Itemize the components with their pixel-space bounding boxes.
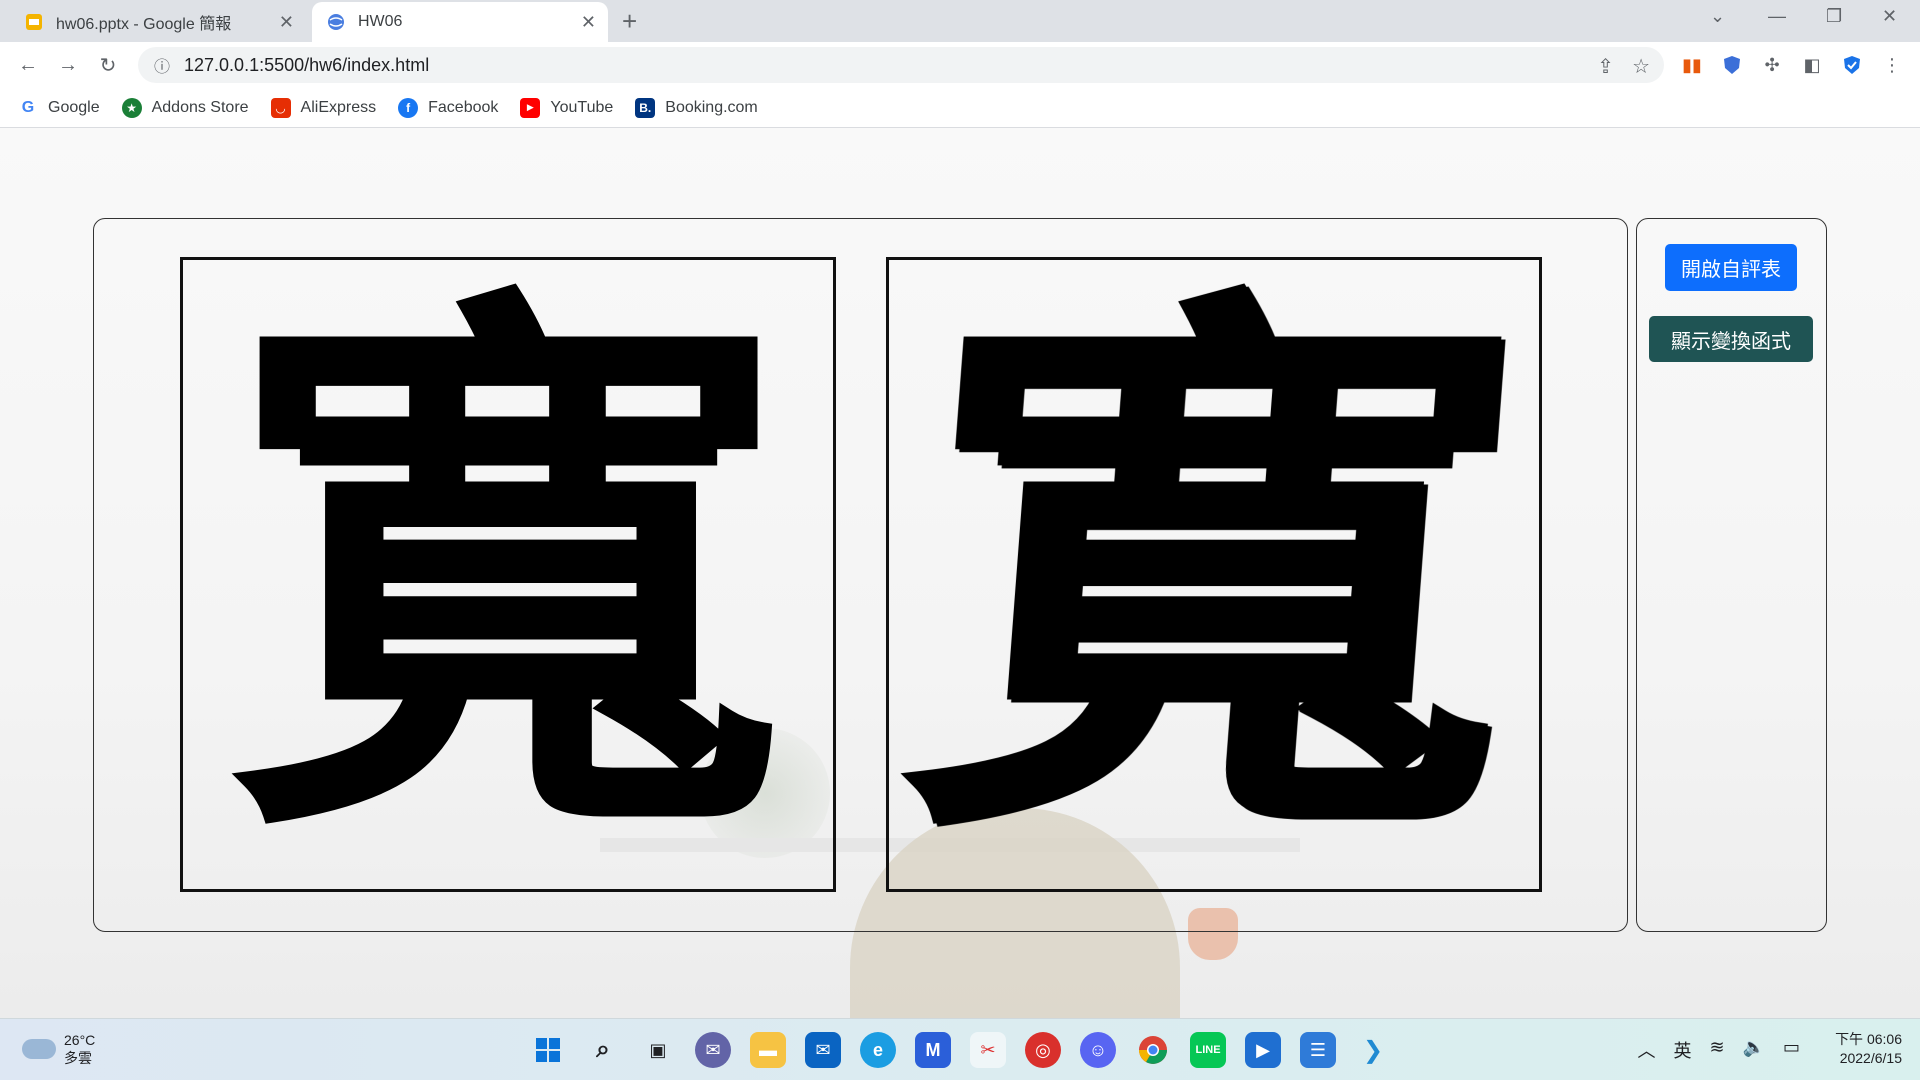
search-icon[interactable]: ⌕	[585, 1032, 621, 1068]
vscode-icon[interactable]: ❯	[1355, 1032, 1391, 1068]
input-method-indicator[interactable]: 英	[1673, 1037, 1691, 1063]
app-m-icon[interactable]: M	[915, 1032, 951, 1068]
notepad-icon[interactable]: ☰	[1300, 1032, 1336, 1068]
shield-check-icon[interactable]	[1840, 53, 1864, 77]
bookmark-star-icon[interactable]: ☆	[1632, 54, 1650, 79]
taskbar-apps: ⌕ ▣ ✉ ▬ ✉ e M ✂ ◎ ☺ LINE ▶ ☰ ❯	[530, 1032, 1391, 1068]
tab-search-chevron-icon[interactable]: ⌄	[1710, 6, 1725, 27]
maximize-icon[interactable]: ❐	[1826, 6, 1842, 27]
slides-icon	[24, 12, 44, 32]
browser-toolbar: ← → ↻ ⓘ 127.0.0.1:5500/hw6/index.html ⇪ …	[0, 42, 1920, 88]
bookmark-youtube[interactable]: ▶ YouTube	[520, 97, 613, 118]
site-info-icon[interactable]: ⓘ	[154, 53, 170, 77]
tab-hw06[interactable]: HW06 ✕	[312, 2, 608, 42]
bookmark-booking[interactable]: B. Booking.com	[635, 97, 758, 118]
line-icon[interactable]: LINE	[1190, 1032, 1226, 1068]
media-player-icon[interactable]: ▶	[1245, 1032, 1281, 1068]
booking-icon: B.	[635, 97, 656, 118]
open-self-evaluation-button[interactable]: 開啟自評表	[1665, 244, 1797, 291]
bookmark-google[interactable]: G Google	[18, 97, 100, 118]
original-character: 寬	[228, 248, 788, 901]
share-icon[interactable]: ⇪	[1597, 54, 1614, 79]
youtube-icon: ▶	[520, 97, 541, 118]
forward-icon[interactable]: →	[54, 51, 82, 79]
extension-bars-icon[interactable]: ▮▮	[1680, 53, 1704, 77]
chrome-icon[interactable]	[1135, 1032, 1171, 1068]
google-icon: G	[18, 97, 38, 118]
clock[interactable]: 下午 06:06 2022/6/15	[1835, 1030, 1902, 1068]
side-panel-icon[interactable]: ◧	[1800, 53, 1824, 77]
original-character-box: 寬	[180, 257, 836, 892]
snipping-tool-icon[interactable]: ✂	[970, 1032, 1006, 1068]
bookmark-aliexpress[interactable]: ◡ AliExpress	[270, 97, 376, 118]
tab-strip: hw06.pptx - Google 簡報 ✕ HW06 ✕ + ⌄ — ❐ ✕	[0, 0, 1920, 42]
extensions-puzzle-icon[interactable]: ✣	[1760, 53, 1784, 77]
globe-icon	[326, 12, 346, 32]
mail-icon[interactable]: ✉	[805, 1032, 841, 1068]
tab-title: HW06	[358, 13, 403, 30]
aliexpress-icon: ◡	[270, 97, 291, 118]
close-window-icon[interactable]: ✕	[1882, 6, 1897, 27]
file-explorer-icon[interactable]: ▬	[750, 1032, 786, 1068]
discord-icon[interactable]: ☺	[1080, 1032, 1116, 1068]
show-hidden-icons-chevron-icon[interactable]: ︿	[1637, 1037, 1655, 1063]
close-tab-icon[interactable]: ✕	[581, 12, 596, 33]
bookmark-facebook[interactable]: f Facebook	[398, 97, 498, 118]
edge-icon[interactable]: e	[860, 1032, 896, 1068]
transformed-character-box: 寬	[886, 249, 1542, 901]
adblock-icon[interactable]	[1720, 53, 1744, 77]
tab-slides[interactable]: hw06.pptx - Google 簡報 ✕	[10, 2, 306, 42]
bookmark-addons-store[interactable]: ★ Addons Store	[121, 97, 249, 118]
new-tab-icon[interactable]: +	[622, 6, 637, 37]
address-bar[interactable]: ⓘ 127.0.0.1:5500/hw6/index.html ⇪ ☆	[138, 47, 1664, 83]
volume-icon[interactable]: 🔈	[1743, 1037, 1765, 1063]
close-tab-icon[interactable]: ✕	[279, 12, 294, 33]
wifi-icon[interactable]: ≋	[1709, 1037, 1724, 1063]
show-transform-function-button[interactable]: 顯示變換函式	[1649, 316, 1813, 362]
task-view-icon[interactable]: ▣	[640, 1032, 676, 1068]
reload-icon[interactable]: ↻	[94, 51, 122, 79]
cloudy-weather-icon	[22, 1039, 56, 1059]
teams-chat-icon[interactable]: ✉	[695, 1032, 731, 1068]
url-text: 127.0.0.1:5500/hw6/index.html	[184, 54, 430, 75]
menu-kebab-icon[interactable]: ⋮	[1880, 53, 1904, 77]
system-tray: ︿ 英 ≋ 🔈 ▭	[1637, 1037, 1800, 1063]
back-icon[interactable]: ←	[14, 51, 42, 79]
transformed-character: 寬	[886, 248, 1542, 901]
windows-taskbar: 26°C 多雲 ⌕ ▣ ✉ ▬ ✉ e M ✂ ◎ ☺ LINE ▶ ☰ ❯ ︿…	[0, 1018, 1920, 1080]
weather-widget[interactable]: 26°C 多雲	[22, 1031, 95, 1067]
minimize-icon[interactable]: —	[1768, 6, 1786, 27]
bookmarks-bar: G Google ★ Addons Store ◡ AliExpress f F…	[0, 88, 1920, 128]
app-red-circle-icon[interactable]: ◎	[1025, 1032, 1061, 1068]
addons-icon: ★	[121, 97, 142, 118]
facebook-icon: f	[398, 97, 419, 118]
windows-start-icon[interactable]	[530, 1032, 566, 1068]
tab-title: hw06.pptx - Google 簡報	[56, 16, 232, 33]
battery-icon[interactable]: ▭	[1783, 1037, 1800, 1063]
